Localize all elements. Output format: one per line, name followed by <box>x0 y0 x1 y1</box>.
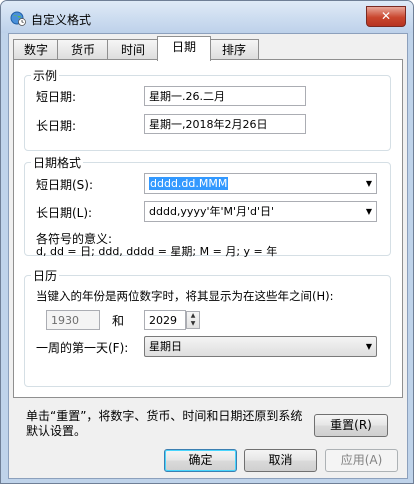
long-date-combo[interactable]: dddd,yyyy'年'M'月'd'日' ▼ <box>144 201 377 222</box>
year-spinner[interactable]: ▲ ▼ <box>186 311 200 329</box>
short-date-format-label: 短日期(S): <box>36 178 94 192</box>
first-day-combo[interactable]: 星期日 ▼ <box>144 336 377 357</box>
reset-button-label: 重置(R) <box>330 418 372 432</box>
long-date-format-label: 长日期(L): <box>36 206 93 220</box>
spin-down-icon[interactable]: ▼ <box>187 320 199 328</box>
example-long-value: 星期一,2018年2月26日 <box>144 114 306 134</box>
window-title: 自定义格式 <box>31 13 92 27</box>
tab-label: 货币 <box>70 43 95 57</box>
chevron-down-icon[interactable]: ▼ <box>366 174 372 194</box>
close-icon: ✕ <box>380 9 392 23</box>
tab-panel-date: 示例 短日期: 星期一.26.二月 长日期: 星期一,2018年2月26日 日期… <box>13 59 403 398</box>
tab-number[interactable]: 数字 <box>13 39 59 60</box>
reset-description: 单击“重置”，将数字、货币、时间和日期还原到系统默认设置。 <box>26 409 303 438</box>
year-to-text: 2029 <box>149 314 177 327</box>
long-date-value: dddd,yyyy'年'M'月'd'日' <box>149 205 275 218</box>
two-digit-year-text: 当键入的年份是两位数字时，将其显示为在这些年之间(H): <box>36 289 334 303</box>
dialog-client: 数字 货币 时间 日期 排序 示例 短日期: 星期一.26.二月 长日期: 星期… <box>8 33 408 479</box>
tab-label: 排序 <box>221 43 246 57</box>
cancel-button[interactable]: 取消 <box>244 449 317 472</box>
tab-currency[interactable]: 货币 <box>57 39 109 60</box>
year-from-text: 1930 <box>51 314 79 327</box>
tab-label: 日期 <box>171 40 196 54</box>
short-date-selected-text: dddd.dd.MMM <box>149 177 229 190</box>
title-bar[interactable]: 自定义格式 ✕ <box>1 1 413 33</box>
dialog-window: 自定义格式 ✕ 数字 货币 时间 日期 排序 示例 短日期: 星期一.26.二月… <box>0 0 414 484</box>
example-group: 示例 <box>24 67 391 151</box>
tab-date[interactable]: 日期 <box>157 36 211 61</box>
apply-button: 应用(A) <box>325 449 398 472</box>
chevron-down-icon[interactable]: ▼ <box>366 337 372 357</box>
short-date-value: dddd.dd.MMM <box>149 176 229 192</box>
globe-clock-icon <box>10 10 26 26</box>
and-label: 和 <box>112 314 125 328</box>
example-legend: 示例 <box>33 69 58 83</box>
reset-button[interactable]: 重置(R) <box>314 414 388 437</box>
cancel-button-label: 取消 <box>268 453 293 467</box>
example-short-label: 短日期: <box>36 90 77 104</box>
year-from-field: 1930 <box>46 310 100 330</box>
ok-button-label: 确定 <box>188 453 213 467</box>
apply-button-label: 应用(A) <box>340 453 383 467</box>
tab-sort[interactable]: 排序 <box>209 39 259 60</box>
date-format-legend: 日期格式 <box>33 156 82 170</box>
ok-button[interactable]: 确定 <box>164 449 237 472</box>
short-date-combo[interactable]: dddd.dd.MMM ▼ <box>144 173 377 194</box>
year-to-field[interactable]: 2029 <box>144 310 186 330</box>
first-day-label: 一周的第一天(F): <box>36 341 129 355</box>
tab-label: 数字 <box>23 43 48 57</box>
example-long-text: 星期一,2018年2月26日 <box>149 118 268 131</box>
chevron-down-icon[interactable]: ▼ <box>366 202 372 222</box>
symbols-text: d, dd = 日; ddd, dddd = 星期; M = 月; y = 年 <box>36 245 278 258</box>
example-short-text: 星期一.26.二月 <box>149 90 225 103</box>
example-long-label: 长日期: <box>36 119 77 133</box>
example-short-value: 星期一.26.二月 <box>144 86 306 106</box>
calendar-legend: 日历 <box>33 269 58 283</box>
tab-time[interactable]: 时间 <box>107 39 159 60</box>
spin-up-icon[interactable]: ▲ <box>187 312 199 320</box>
first-day-value: 星期日 <box>149 340 182 353</box>
close-button[interactable]: ✕ <box>366 6 406 27</box>
tab-label: 时间 <box>120 43 145 57</box>
